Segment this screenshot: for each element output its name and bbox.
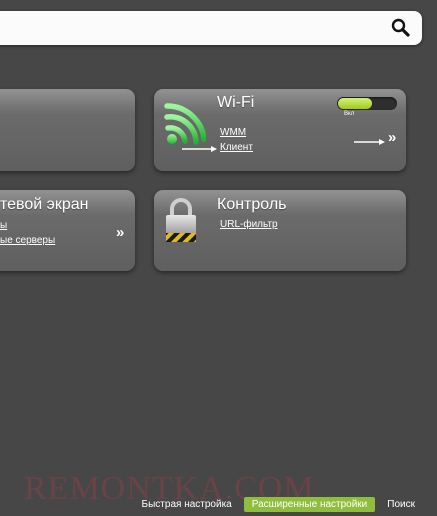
search-input[interactable] — [4, 17, 374, 39]
card-left-top[interactable] — [0, 89, 135, 171]
firewall-title: тевой экран — [0, 196, 89, 213]
wifi-toggle-label: Вкл — [344, 111, 355, 117]
wifi-more-button[interactable]: » — [388, 129, 396, 146]
footer-nav: Быстрая настройка Расширенные настройки … — [142, 495, 437, 513]
firewall-more-button[interactable]: » — [116, 224, 124, 241]
wifi-toggle[interactable] — [337, 97, 397, 110]
control-title: Контроль — [217, 196, 287, 213]
card-firewall: тевой экран ы ые серверы » — [0, 190, 135, 271]
search-icon — [391, 18, 410, 37]
footer-advanced-settings[interactable]: Расширенные настройки — [243, 496, 376, 512]
wifi-title: Wi-Fi — [217, 94, 255, 111]
search-button[interactable] — [388, 15, 414, 41]
control-link-url-filter[interactable]: URL-фильтр — [220, 219, 278, 230]
card-wifi: Wi-Fi Вкл WMM Клиент » — [154, 89, 406, 171]
card-control: Контроль URL-фильтр — [154, 190, 406, 271]
firewall-link-2[interactable]: ые серверы — [0, 235, 55, 246]
arrow-right-icon — [182, 146, 217, 152]
search-bar — [0, 11, 422, 45]
firewall-link-1[interactable]: ы — [0, 220, 7, 231]
wifi-link-client[interactable]: Клиент — [220, 142, 253, 153]
footer-quick-setup[interactable]: Быстрая настройка — [142, 499, 232, 510]
arrow-right-icon — [354, 139, 385, 145]
wifi-toggle-fill — [338, 98, 372, 109]
padlock-icon — [166, 198, 196, 242]
wifi-link-wmm[interactable]: WMM — [220, 127, 246, 138]
footer-search[interactable]: Поиск — [387, 499, 415, 510]
